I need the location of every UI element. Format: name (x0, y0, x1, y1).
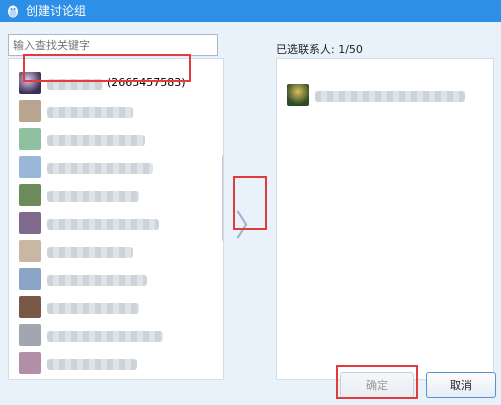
list-item[interactable] (19, 267, 209, 293)
list-item[interactable] (19, 211, 209, 237)
scrollbar[interactable] (222, 153, 223, 243)
highlight-box-confirm (336, 365, 418, 399)
blurred-name (47, 303, 139, 314)
avatar (19, 240, 41, 262)
search-input[interactable] (8, 34, 218, 56)
blurred-name (47, 275, 147, 286)
avatar (19, 128, 41, 150)
list-item[interactable] (19, 239, 209, 265)
window-title: 创建讨论组 (26, 4, 87, 18)
avatar (19, 352, 41, 374)
list-item[interactable] (19, 127, 209, 153)
list-item[interactable] (287, 83, 477, 107)
avatar (19, 156, 41, 178)
highlight-box-contact (23, 54, 191, 82)
list-item[interactable] (19, 99, 209, 125)
list-item[interactable] (19, 295, 209, 321)
avatar (19, 268, 41, 290)
list-item[interactable] (19, 323, 209, 349)
dialog-body: (2665457583) (0, 22, 501, 405)
list-item[interactable] (19, 155, 209, 181)
avatar (287, 84, 309, 106)
blurred-name (47, 107, 133, 118)
blurred-name (315, 91, 465, 102)
blurred-name (47, 359, 137, 370)
blurred-name (47, 331, 163, 342)
list-item[interactable] (19, 351, 209, 377)
avatar (19, 212, 41, 234)
avatar (19, 184, 41, 206)
blurred-name (47, 191, 139, 202)
blurred-name (47, 247, 133, 258)
avatar (19, 324, 41, 346)
title-bar: 创建讨论组 (0, 0, 501, 22)
selected-count-label: 已选联系人: 1/50 (276, 43, 363, 56)
avatar (19, 296, 41, 318)
avatar (19, 100, 41, 122)
highlight-box-transfer (233, 176, 267, 230)
blurred-name (47, 135, 145, 146)
contact-list[interactable]: (2665457583) (8, 58, 224, 380)
penguin-icon (8, 5, 18, 18)
blurred-name (47, 219, 159, 230)
selected-list[interactable] (276, 58, 494, 380)
cancel-button[interactable]: 取消 (426, 372, 496, 398)
list-item[interactable] (19, 183, 209, 209)
blurred-name (47, 163, 153, 174)
